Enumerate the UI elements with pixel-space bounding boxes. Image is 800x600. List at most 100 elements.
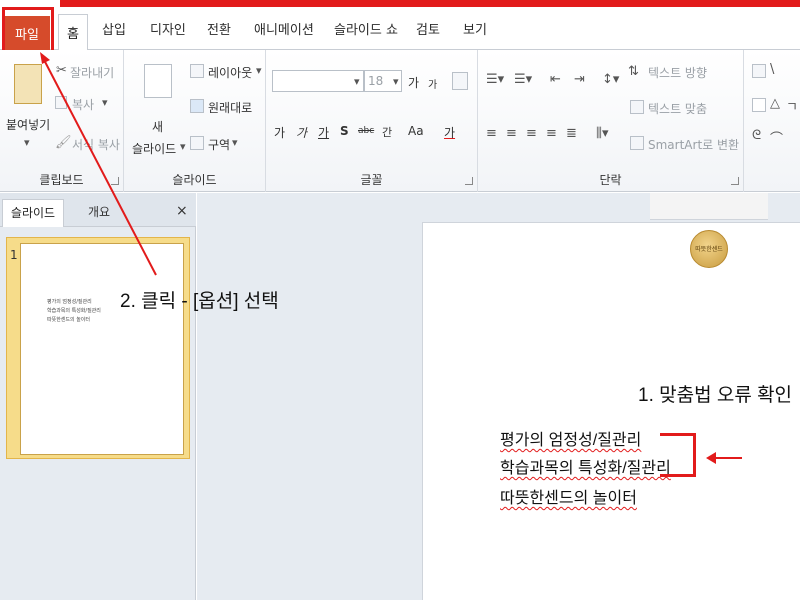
annotation-spell-check: 1. 맞춤법 오류 확인 xyxy=(638,385,793,406)
italic-button[interactable]: 가 xyxy=(296,124,307,141)
bold-button[interactable]: 가 xyxy=(274,124,285,141)
paste-icon[interactable] xyxy=(14,64,42,104)
layout-icon[interactable] xyxy=(190,64,204,78)
paste-dropdown-icon[interactable]: ▾ xyxy=(24,136,30,149)
justify-icon[interactable]: ≡ xyxy=(546,126,557,141)
tab-outline[interactable]: 개요 xyxy=(72,199,126,227)
tab-insert[interactable]: 삽입 xyxy=(102,18,126,44)
section-dropdown-icon[interactable]: ▾ xyxy=(232,136,238,149)
slide-number: 1 xyxy=(10,248,18,262)
smartart-icon[interactable] xyxy=(630,136,644,150)
thumb-line-2: 학습과목의 특성화/질관리 xyxy=(47,308,101,314)
increase-indent-icon[interactable]: ⇥ xyxy=(574,72,585,87)
section-icon[interactable] xyxy=(190,136,204,150)
logo-text: 따뜻한센드 xyxy=(695,246,723,253)
error-bracket xyxy=(660,433,696,477)
shrink-font-button[interactable]: 가 xyxy=(428,76,437,91)
align-left-icon[interactable]: ≡ xyxy=(486,126,497,141)
annotation-click-options: 2. 클릭 - [옵션] 선택 xyxy=(120,291,279,312)
slide-text-line-1[interactable]: 평가의 엄정성/질관리 xyxy=(500,426,641,450)
cut-button[interactable]: 잘라내기 xyxy=(70,64,114,81)
tab-slideshow[interactable]: 슬라이드 쇼 xyxy=(334,18,398,44)
clipboard-group-label: 클립보드 xyxy=(39,173,84,187)
slide-text-line-2[interactable]: 학습과목의 특성화/질관리 xyxy=(500,454,671,478)
red-accent-line xyxy=(60,0,800,7)
tab-animations[interactable]: 애니메이션 xyxy=(254,18,314,44)
slide-canvas[interactable] xyxy=(422,222,800,600)
font-launcher-icon[interactable] xyxy=(465,177,473,185)
slide-thumbnail[interactable]: 평가의 엄정성/질관리 학습과목의 특성화/질관리 따뜻한센드의 놀이터 xyxy=(20,243,184,455)
shadow-button[interactable]: S xyxy=(340,124,349,138)
copy-icon[interactable] xyxy=(55,96,67,109)
triangle-shape-icon[interactable]: △ xyxy=(770,96,780,111)
align-text-button[interactable]: 텍스트 맞춤 xyxy=(648,100,707,117)
slide-text-line-2-text: 학습과목의 특성화/질관리 xyxy=(500,460,671,477)
text-direction-icon[interactable]: ⇅ xyxy=(628,64,639,79)
tab-slides[interactable]: 슬라이드 xyxy=(2,199,64,227)
brace-shape-icon[interactable]: ⌒ xyxy=(770,128,783,147)
paste-button[interactable]: 붙여넣기 xyxy=(6,116,50,133)
font-size-dropdown-icon[interactable]: ▾ xyxy=(393,75,399,88)
section-button[interactable]: 구역 xyxy=(208,136,230,153)
tab-design[interactable]: 디자인 xyxy=(150,18,186,44)
angle-shape-icon[interactable]: ㄱ xyxy=(786,96,798,115)
change-case-button[interactable]: Aa xyxy=(408,124,424,138)
new-slide-icon[interactable] xyxy=(144,64,172,98)
align-right-icon[interactable]: ≡ xyxy=(526,126,537,141)
new-slide-label-1[interactable]: 새 xyxy=(152,118,163,135)
copy-dropdown-icon[interactable]: ▾ xyxy=(102,96,108,109)
grow-font-button[interactable]: 가 xyxy=(408,74,419,91)
underline-button[interactable]: 가 xyxy=(318,124,329,141)
char-spacing-button[interactable]: 간 xyxy=(382,124,392,140)
paragraph-group: ☰▾ ☰▾ ⇤ ⇥ ↕▾ ⇅ 텍스트 방향 텍스트 맞춤 SmartArt로 변… xyxy=(478,50,744,192)
panel-tab-bar: 슬라이드 개요 × xyxy=(0,193,196,227)
smartart-button[interactable]: SmartArt로 변환 xyxy=(648,136,739,153)
clipboard-group: 붙여넣기 ▾ ✂ 잘라내기 복사 ▾ 🖌 서식 복사 클립보드 xyxy=(0,50,124,192)
top-accent-bar xyxy=(0,0,800,8)
align-text-icon[interactable] xyxy=(630,100,644,114)
font-group-label: 글꼴 xyxy=(360,173,383,187)
numbering-icon[interactable]: ☰▾ xyxy=(514,72,532,87)
text-direction-button[interactable]: 텍스트 방향 xyxy=(648,64,707,81)
clear-format-icon[interactable] xyxy=(452,72,468,90)
clipboard-launcher-icon[interactable] xyxy=(111,177,119,185)
drawing-group: \ △ ㄱ ᘓ ⌒ xyxy=(744,50,800,192)
textbox-shape-icon[interactable] xyxy=(752,64,766,78)
ribbon: 붙여넣기 ▾ ✂ 잘라내기 복사 ▾ 🖌 서식 복사 클립보드 새 슬라이드 ▾… xyxy=(0,50,800,192)
line-spacing-icon[interactable]: ↕▾ xyxy=(602,72,619,87)
tab-review[interactable]: 검토 xyxy=(416,18,440,44)
font-group: ▾ 18 ▾ 가 가 가 가 가 S abc 간 Aa 가 글꼴 xyxy=(266,50,478,192)
new-slide-dropdown-icon[interactable]: ▾ xyxy=(180,140,186,153)
strikethrough-button[interactable]: abc xyxy=(358,126,374,136)
slide-text-line-3[interactable]: 따뜻한센드의 놀이터 xyxy=(500,484,637,508)
layout-button[interactable]: 레이아웃 xyxy=(208,64,252,81)
layout-dropdown-icon[interactable]: ▾ xyxy=(256,64,262,77)
new-slide-button[interactable]: 슬라이드 xyxy=(132,140,176,157)
file-tab-highlight-box xyxy=(2,7,54,53)
line-shape-icon[interactable]: \ xyxy=(770,62,774,77)
font-color-button[interactable]: 가 xyxy=(444,124,455,141)
rectangle-shape-icon[interactable] xyxy=(752,98,766,112)
format-painter-icon[interactable]: 🖌 xyxy=(55,135,72,150)
close-icon[interactable]: × xyxy=(176,203,188,219)
distributed-icon[interactable]: ≣ xyxy=(566,126,577,141)
reset-button[interactable]: 원래대로 xyxy=(208,99,252,116)
columns-icon[interactable]: ⫼▾ xyxy=(596,126,609,141)
ruler xyxy=(650,193,768,220)
font-name-select[interactable] xyxy=(272,70,364,92)
font-name-dropdown-icon[interactable]: ▾ xyxy=(354,75,360,88)
format-painter-button[interactable]: 서식 복사 xyxy=(72,136,120,153)
align-center-icon[interactable]: ≡ xyxy=(506,126,517,141)
tab-view[interactable]: 보기 xyxy=(463,18,487,44)
slides-group: 새 슬라이드 ▾ 레이아웃 ▾ 원래대로 구역 ▾ 슬라이드 xyxy=(124,50,266,192)
reset-icon[interactable] xyxy=(190,99,204,113)
copy-button[interactable]: 복사 xyxy=(72,96,94,113)
decrease-indent-icon[interactable]: ⇤ xyxy=(550,72,561,87)
thumb-line-3: 따뜻한센드의 놀이터 xyxy=(47,317,90,323)
paragraph-launcher-icon[interactable] xyxy=(731,177,739,185)
cut-icon[interactable]: ✂ xyxy=(56,63,67,78)
curve-shape-icon[interactable]: ᘓ xyxy=(752,128,761,143)
tab-transitions[interactable]: 전환 xyxy=(207,18,231,44)
ribbon-tab-bar: 파일 홈 삽입 디자인 전환 애니메이션 슬라이드 쇼 검토 보기 xyxy=(0,8,800,59)
bullets-icon[interactable]: ☰▾ xyxy=(486,72,504,87)
